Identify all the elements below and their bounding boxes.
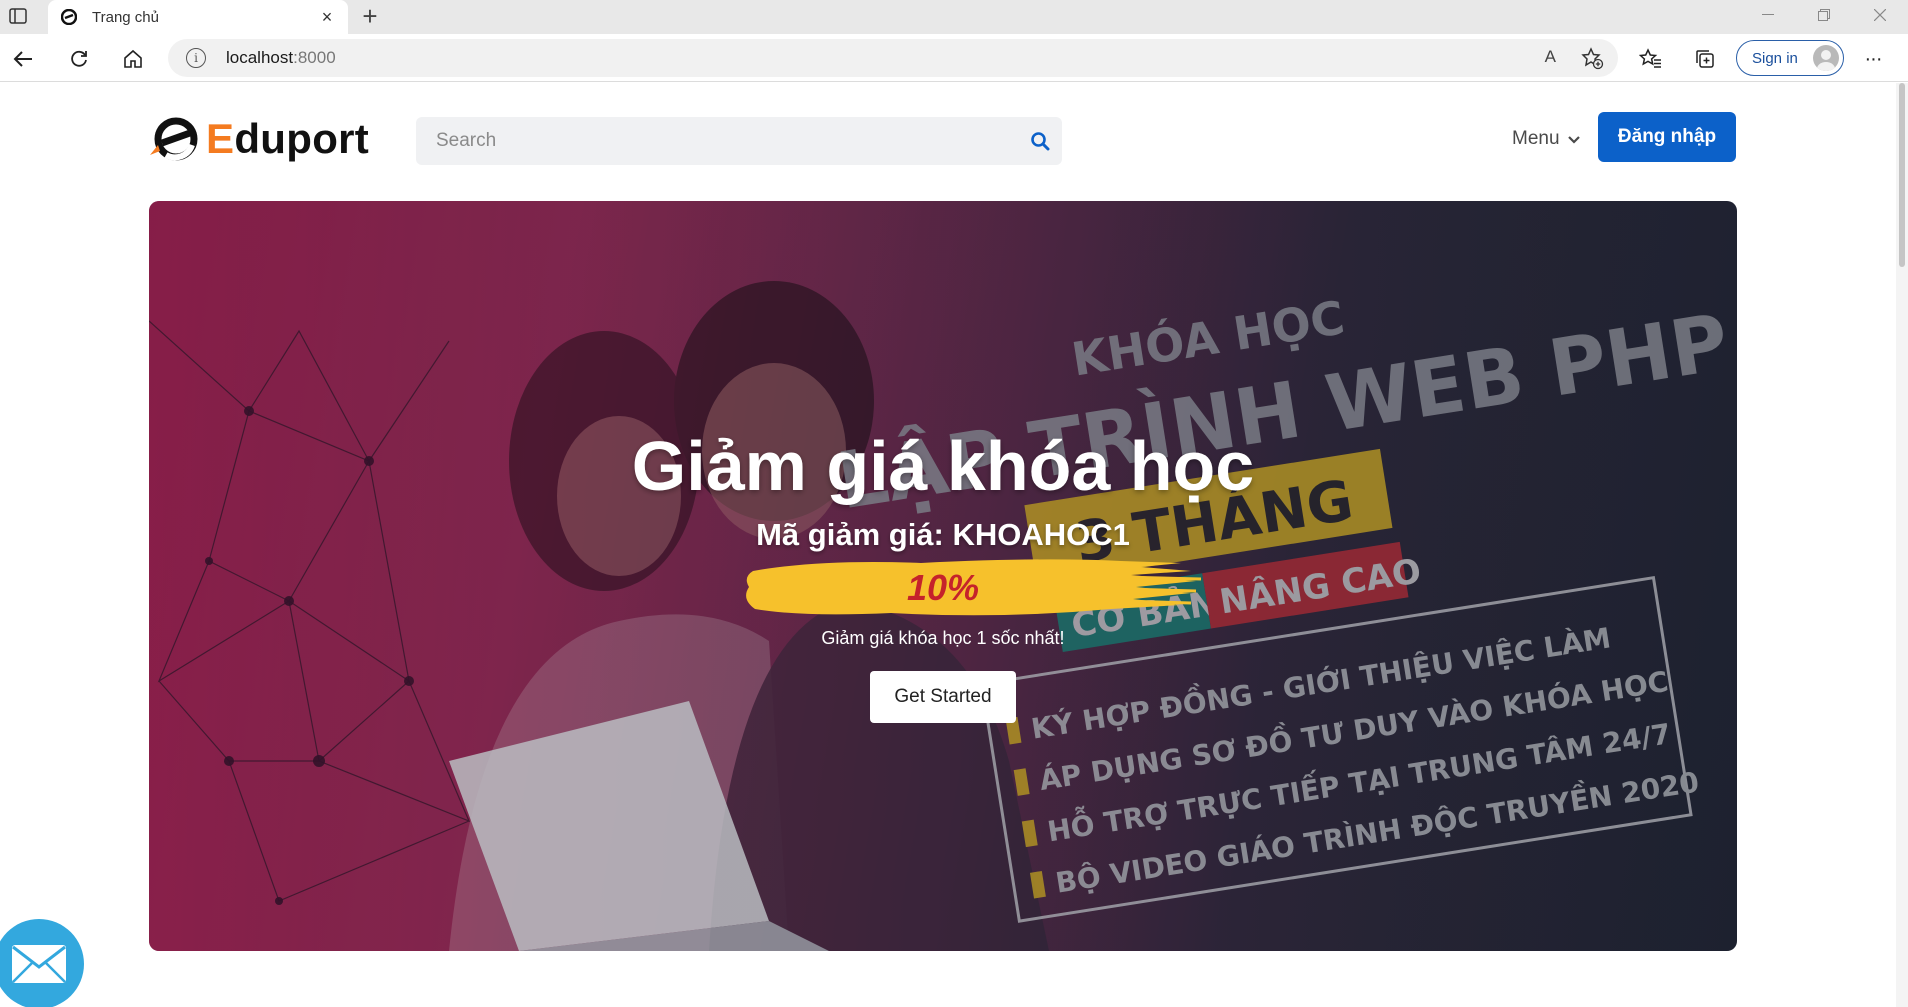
reload-icon[interactable] [62, 42, 96, 76]
close-tab-icon[interactable]: × [318, 7, 336, 27]
site-logo[interactable]: Eduport [148, 115, 369, 163]
logo-wordmark: Eduport [206, 115, 369, 163]
search-icon[interactable] [1028, 129, 1052, 153]
url-text[interactable]: localhost:8000 [226, 48, 336, 68]
menu-dropdown[interactable]: Menu [1512, 128, 1580, 150]
hero-title: Giảm giá khóa học [631, 427, 1255, 505]
tab-actions-icon[interactable] [6, 4, 30, 28]
discount-percent: 10% [906, 567, 980, 608]
tab-title: Trang chủ [92, 8, 159, 26]
more-options-icon[interactable]: ··· [1856, 42, 1890, 76]
restore-icon[interactable] [1796, 0, 1852, 30]
browser-tab-strip: Trang chủ × + [0, 0, 1908, 34]
home-icon[interactable] [116, 42, 150, 76]
url-port: :8000 [293, 48, 336, 67]
logo-first-letter: E [206, 115, 235, 162]
browser-toolbar: i localhost:8000 A Sign in ··· [0, 34, 1908, 82]
address-bar[interactable]: i localhost:8000 A [168, 39, 1618, 77]
chevron-down-icon [1567, 128, 1580, 150]
menu-label: Menu [1512, 128, 1560, 149]
close-window-icon[interactable] [1852, 0, 1908, 30]
collections-icon[interactable] [1688, 42, 1722, 76]
minimize-icon[interactable] [1740, 0, 1796, 30]
site-info-icon[interactable]: i [186, 48, 206, 68]
new-tab-button[interactable]: + [356, 1, 384, 31]
browser-tab-active[interactable]: Trang chủ × [48, 0, 348, 34]
vertical-scrollbar[interactable] [1896, 83, 1908, 1007]
get-started-button[interactable]: Get Started [870, 671, 1016, 723]
sign-in-button[interactable]: Sign in [1736, 40, 1844, 76]
page-viewport: Eduport Menu Đăng nhập [0, 83, 1896, 1007]
logo-rest: duport [234, 115, 370, 162]
search-input[interactable] [436, 130, 1016, 152]
profile-avatar-icon [1813, 45, 1839, 71]
star-plus-icon[interactable] [1580, 46, 1604, 75]
sign-in-label: Sign in [1752, 49, 1798, 67]
discount-code: Mã giảm giá: KHOAHOC1 [756, 517, 1130, 552]
hero-banner: KHÓA HỌC LẬP TRÌNH WEB PHP 3 THÁNG CƠ BẢ… [149, 201, 1737, 951]
envelope-icon[interactable] [0, 919, 84, 1007]
url-host: localhost [226, 48, 294, 67]
login-button[interactable]: Đăng nhập [1598, 112, 1736, 162]
scrollbar-thumb[interactable] [1899, 83, 1905, 267]
hero-subtitle: Giảm giá khóa học 1 sốc nhất! [821, 628, 1065, 648]
favorites-icon[interactable] [1634, 42, 1668, 76]
logo-e-icon [150, 117, 198, 161]
read-aloud-icon[interactable]: A [1545, 47, 1556, 67]
site-search [416, 117, 1062, 165]
site-favicon-icon [60, 8, 78, 26]
back-arrow-icon[interactable] [6, 42, 40, 76]
